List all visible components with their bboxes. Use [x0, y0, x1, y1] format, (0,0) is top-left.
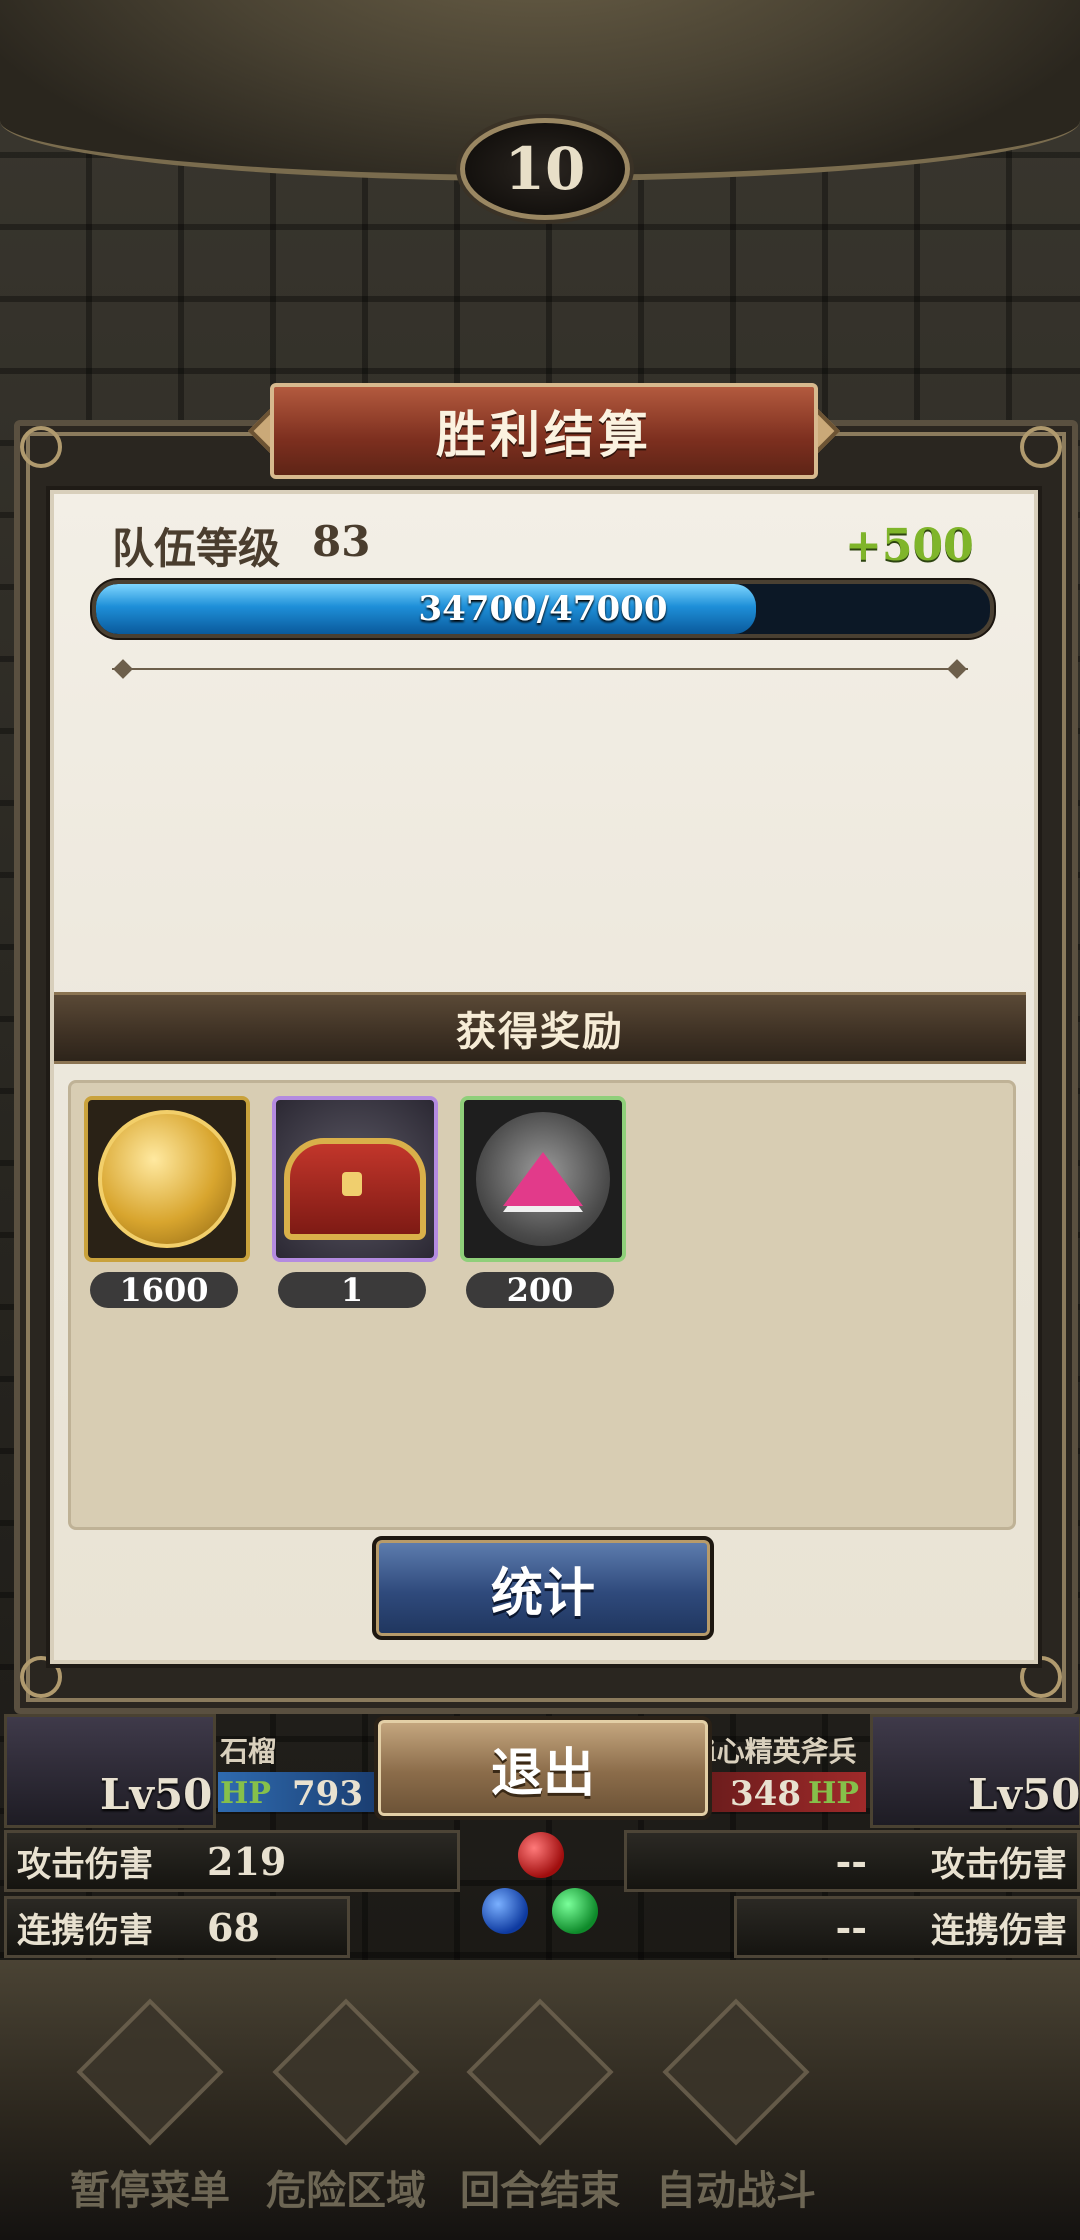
exp-progress-text: 34700/47000: [418, 589, 668, 629]
left-unit-hp-label: HP: [220, 1776, 271, 1811]
gold-coin-icon: [84, 1096, 250, 1262]
end-turn-label: 回合结束: [460, 2167, 620, 2214]
end-turn-button[interactable]: 回合结束: [450, 1998, 630, 2220]
left-attack-value: 219: [207, 1838, 287, 1884]
reward-count: 200: [466, 1271, 614, 1309]
right-attack-label: 攻击伤害: [931, 1844, 1067, 1885]
frame-corner-ornament: [20, 426, 62, 468]
left-unit-name: 石榴: [220, 1735, 277, 1768]
pause-menu-button[interactable]: 暂停菜单: [60, 1998, 240, 2220]
frame-corner-ornament: [1020, 426, 1062, 468]
red-orb-icon: [518, 1832, 564, 1878]
dialog-title: 胜利结算: [270, 383, 818, 479]
crystal-shape: [503, 1152, 583, 1206]
refresh-icon: [662, 1998, 810, 2146]
left-attack-label: 攻击伤害: [17, 1844, 153, 1885]
reward-item[interactable]: 1: [272, 1096, 438, 1309]
crossed-swords-icon: [272, 1998, 420, 2146]
stats-button[interactable]: 统计: [372, 1536, 714, 1640]
gold-coin-face: [98, 1110, 236, 1248]
reward-count: 1: [278, 1271, 426, 1309]
left-unit-hp-value: 793: [292, 1774, 363, 1814]
right-unit-hp-label: HP: [808, 1776, 859, 1811]
left-combo-value: 68: [207, 1904, 260, 1950]
reward-item[interactable]: 1600: [84, 1096, 250, 1309]
right-combo-damage: -- 连携伤害: [734, 1896, 1080, 1958]
right-unit-level: Lv50: [968, 1770, 1080, 1819]
treasure-chest-icon: [272, 1096, 438, 1262]
chest-lock-icon: [342, 1172, 362, 1196]
reward-count: 1600: [90, 1271, 238, 1309]
left-unit-level: Lv50: [100, 1770, 213, 1819]
pause-icon: [76, 1998, 224, 2146]
exp-gain: +500: [845, 520, 974, 571]
exp-progress-bar: 34700/47000: [92, 580, 994, 638]
rewards-header: 获得奖励: [54, 992, 1026, 1064]
right-combo-value: --: [835, 1904, 867, 1950]
reward-item[interactable]: 200: [460, 1096, 626, 1309]
pause-menu-label: 暂停菜单: [70, 2167, 230, 2214]
right-attack-damage: -- 攻击伤害: [624, 1830, 1080, 1892]
auto-battle-label: 自动战斗: [656, 2167, 816, 2214]
team-level-label: 队伍等级: [112, 524, 281, 573]
danger-zone-button[interactable]: 危险区域: [256, 1998, 436, 2220]
left-combo-damage: 连携伤害 68: [4, 1896, 350, 1958]
right-combo-label: 连携伤害: [931, 1910, 1067, 1951]
blue-orb-icon: [482, 1888, 528, 1934]
download-arrow-icon: [466, 1998, 614, 2146]
pink-crystal-icon: [460, 1096, 626, 1262]
crystal-orb: [476, 1112, 610, 1246]
turn-counter-badge: 10: [460, 118, 630, 220]
auto-battle-button[interactable]: 自动战斗: [646, 1998, 826, 2220]
exit-button[interactable]: 退出: [374, 1716, 712, 1820]
left-combo-label: 连携伤害: [17, 1910, 153, 1951]
chest-body: [284, 1138, 426, 1240]
green-orb-icon: [552, 1888, 598, 1934]
right-unit-name: i心精英斧兵: [706, 1735, 857, 1768]
danger-zone-label: 危险区域: [266, 2167, 426, 2214]
right-unit-hp-value: 348: [730, 1774, 801, 1814]
team-level-value: 83: [312, 517, 371, 566]
left-attack-damage: 攻击伤害 219: [4, 1830, 460, 1892]
section-divider: [112, 668, 968, 670]
right-attack-value: --: [835, 1838, 867, 1884]
